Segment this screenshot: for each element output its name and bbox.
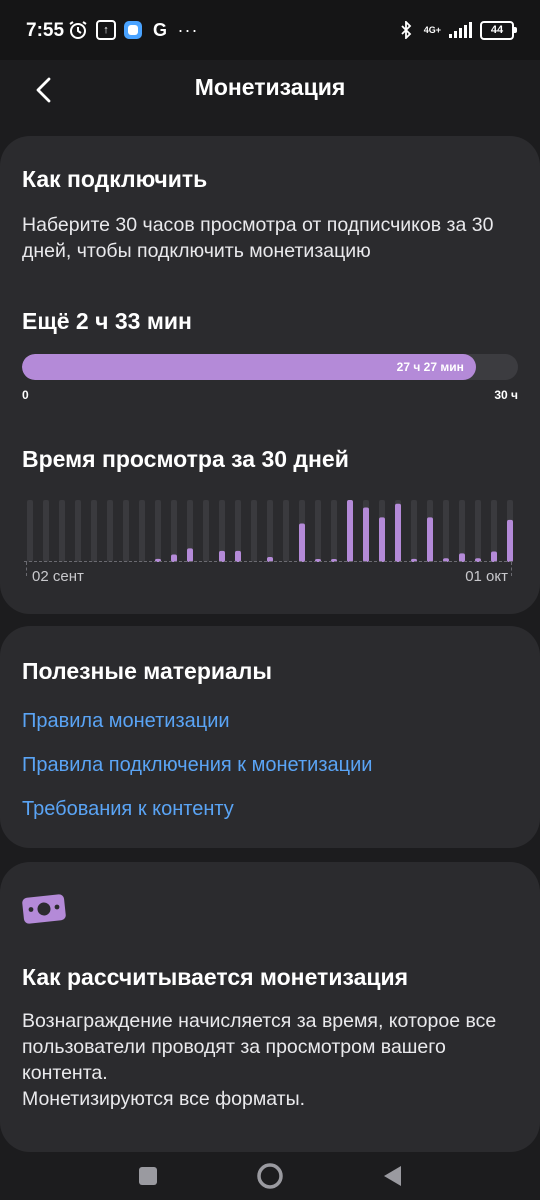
remaining-time: Ещё 2 ч 33 мин: [22, 308, 192, 334]
chart-bar-track: [267, 500, 273, 562]
calc-description-formats: Монетизируются все форматы.: [22, 1088, 306, 1110]
network-type-label: 4G+: [423, 24, 441, 35]
connect-title: Как подключить: [22, 166, 208, 192]
link-content-requirements[interactable]: Требования к контенту: [22, 798, 234, 821]
chart-bar: [395, 503, 401, 562]
alarm-icon: [68, 20, 88, 40]
chart-bar-track: [139, 500, 145, 562]
chart-bar: [427, 517, 433, 562]
chart-bar-track: [475, 500, 481, 562]
connect-card: Как подключить Наберите 30 часов просмот…: [0, 136, 540, 614]
system-nav-bar: [0, 1152, 540, 1200]
chart-x-label-start: 02 сент: [32, 568, 84, 585]
bluetooth-icon: [396, 20, 416, 40]
back-triangle-icon: [384, 1166, 401, 1186]
calc-description: Вознаграждение начисляется за время, кот…: [22, 1010, 497, 1084]
page-title: Монетизация: [194, 74, 346, 100]
watch-time-chart: [27, 500, 513, 562]
chart-bar-track: [107, 500, 113, 562]
calc-title: Как рассчитывается монетизация: [22, 964, 409, 990]
calc-card: Как рассчитывается монетизация Вознаграж…: [0, 862, 540, 1152]
chart-bar-track: [59, 500, 65, 562]
chart-bar-track: [251, 500, 257, 562]
chart-bar-track: [27, 500, 33, 562]
signal-icon: [449, 22, 472, 38]
chart-bar-track: [75, 500, 81, 562]
link-monetization-rules[interactable]: Правила монетизации: [22, 710, 230, 733]
battery-level: 44: [490, 24, 504, 36]
chart-bar-track: [283, 500, 289, 562]
materials-card: Полезные материалы Правила монетизации П…: [0, 626, 540, 848]
chart-bar-track: [331, 500, 337, 562]
app-bar: Монетизация: [0, 60, 540, 124]
chart-tick-end: [511, 562, 512, 576]
home-circle-icon: [257, 1163, 283, 1189]
watch-time-progress-bar: 27 ч 27 мин: [22, 354, 518, 380]
battery-icon: 44: [480, 20, 517, 40]
chart-x-label-end: 01 окт: [465, 568, 508, 585]
progress-max-label: 30 ч: [494, 388, 518, 402]
chart-bar-track: [203, 500, 209, 562]
status-system-icons: 4G+ 44: [396, 20, 517, 40]
progress-current-label: 27 ч 27 мин: [396, 360, 464, 374]
chart-bar-track: [91, 500, 97, 562]
home-button[interactable]: [240, 1152, 300, 1200]
chart-bar: [379, 517, 385, 562]
chart-baseline: [24, 561, 512, 562]
money-icon: [22, 894, 66, 924]
chart-bar: [347, 500, 353, 562]
chart-title: Время просмотра за 30 дней: [22, 446, 349, 472]
recents-square-icon: [139, 1167, 157, 1185]
chart-bar-track: [155, 500, 161, 562]
progress-fill: 27 ч 27 мин: [22, 354, 476, 380]
chart-bar-track: [315, 500, 321, 562]
chart-bar: [363, 507, 369, 562]
status-bar: 7:55 ↑ G ··· 4G+ 44: [0, 0, 540, 60]
chart-bar: [299, 523, 305, 562]
materials-title: Полезные материалы: [22, 658, 273, 684]
upload-icon: ↑: [96, 20, 116, 40]
chart-bar-track: [443, 500, 449, 562]
more-dots-icon: ···: [177, 19, 199, 40]
chart-bar-track: [123, 500, 129, 562]
status-time: 7:55: [26, 20, 65, 41]
chart-bar: [507, 519, 513, 562]
recents-button[interactable]: [118, 1152, 178, 1200]
chart-bar-track: [43, 500, 49, 562]
chart-bar-track: [459, 500, 465, 562]
link-connection-rules[interactable]: Правила подключения к монетизации: [22, 754, 372, 777]
app-icon: [124, 21, 142, 39]
status-notification-icons: ↑ G ···: [68, 20, 198, 40]
progress-min-label: 0: [22, 388, 29, 402]
chart-bar-track: [411, 500, 417, 562]
chart-bar: [187, 548, 193, 562]
nav-back-button[interactable]: [362, 1152, 422, 1200]
chart-bar-track: [171, 500, 177, 562]
google-icon: G: [152, 19, 167, 40]
chart-tick-start: [26, 562, 27, 576]
connect-description: Наберите 30 часов просмотра от подписчик…: [22, 214, 494, 262]
